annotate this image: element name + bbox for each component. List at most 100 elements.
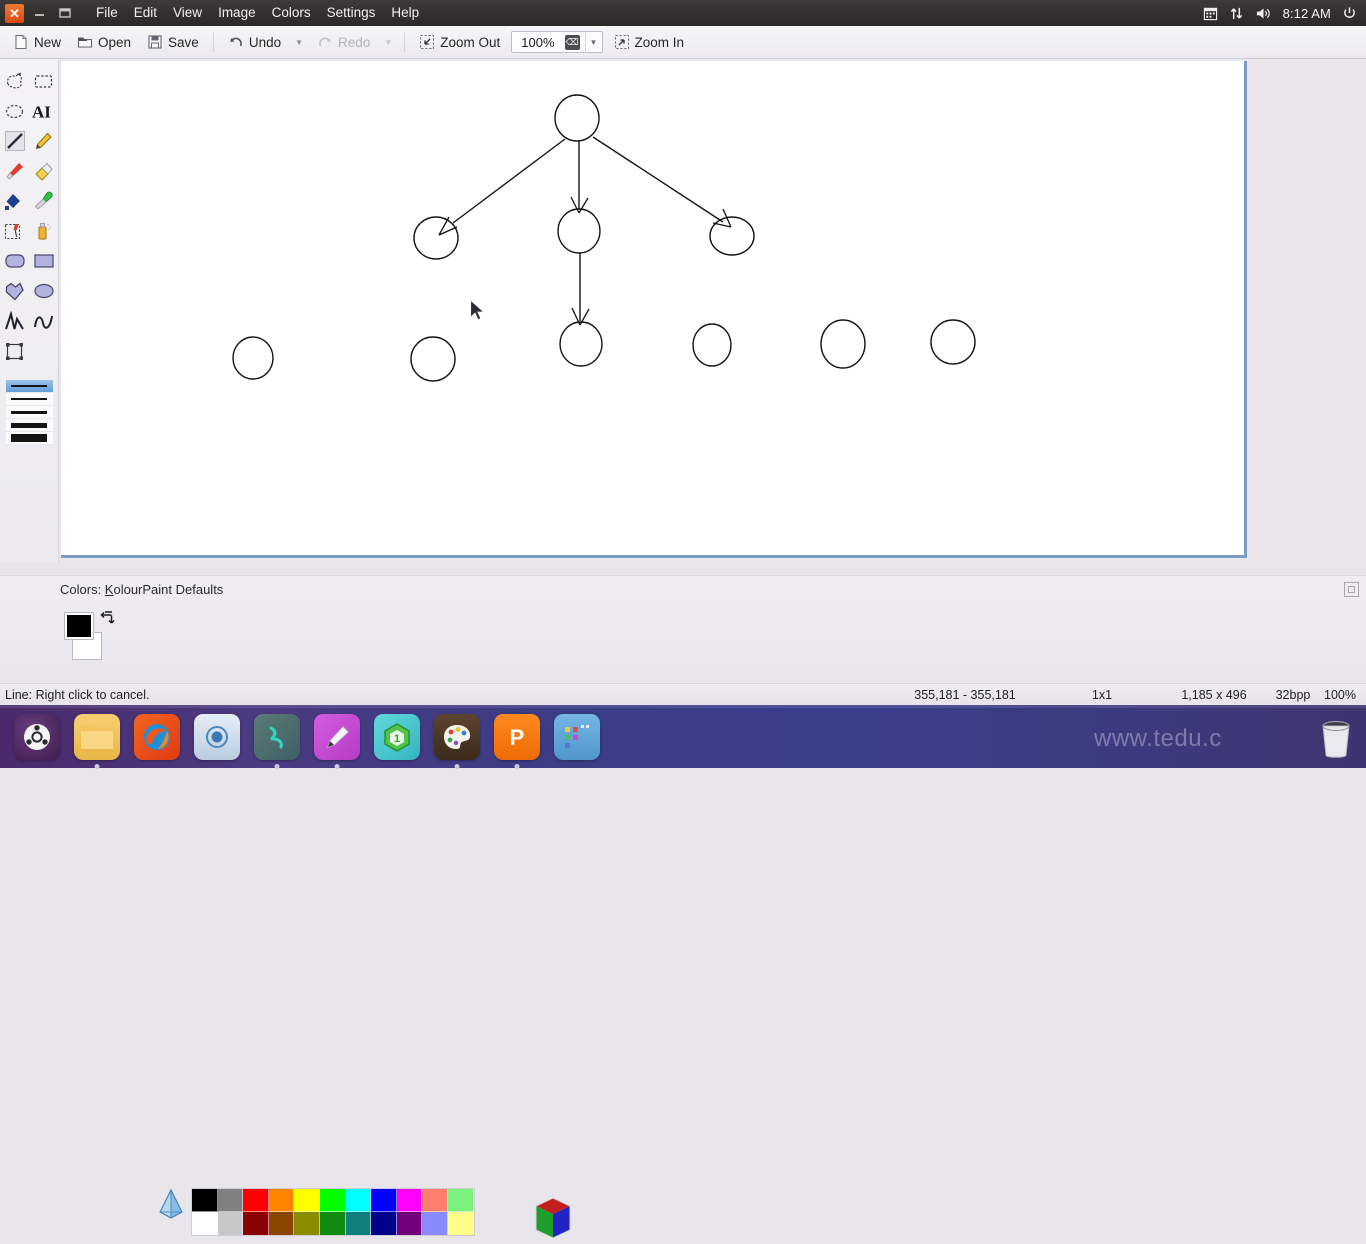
- menu-file[interactable]: File: [88, 3, 126, 23]
- spraycan-tool[interactable]: [29, 216, 58, 246]
- palette-color-2-2[interactable]: [217, 1212, 244, 1235]
- taskbar-editor[interactable]: [314, 713, 360, 769]
- menu-edit[interactable]: Edit: [126, 3, 165, 23]
- color-washer-icon: [5, 223, 20, 239]
- volume-icon[interactable]: [1255, 6, 1272, 21]
- palette-row-1: [192, 1189, 474, 1212]
- line-width-selector: [5, 380, 53, 445]
- open-button[interactable]: Open: [70, 31, 138, 53]
- palette-color-1-4[interactable]: [268, 1189, 295, 1212]
- menu-help[interactable]: Help: [383, 3, 427, 23]
- rounded-rectangle-tool[interactable]: [0, 246, 29, 276]
- menu-settings[interactable]: Settings: [319, 3, 384, 23]
- ellipse-tool[interactable]: [29, 276, 58, 306]
- power-icon[interactable]: [1342, 6, 1357, 21]
- window-minimize-button[interactable]: [26, 0, 52, 26]
- palette-color-2-8[interactable]: [371, 1212, 397, 1235]
- rounded-rectangle-icon: [4, 254, 25, 268]
- trash-can-icon[interactable]: [1314, 717, 1358, 761]
- rectangle-tool[interactable]: [29, 246, 58, 276]
- menu-view[interactable]: View: [165, 3, 210, 23]
- palette-color-1-8[interactable]: [371, 1189, 397, 1212]
- window-close-button[interactable]: ✕: [0, 0, 26, 26]
- color-palette[interactable]: [191, 1188, 475, 1236]
- line-width-option-3[interactable]: [5, 406, 53, 419]
- free-form-select-tool[interactable]: [0, 66, 29, 96]
- line-width-option-4[interactable]: [5, 419, 53, 432]
- pen-tool[interactable]: [29, 126, 58, 156]
- palette-color-1-11[interactable]: [447, 1189, 474, 1212]
- connected-lines-tool[interactable]: [0, 306, 29, 336]
- eraser-tool[interactable]: [29, 156, 58, 186]
- zoom-out-button[interactable]: Zoom Out: [412, 31, 507, 53]
- dock-float-button[interactable]: [1344, 582, 1359, 597]
- foreground-color-swatch[interactable]: [64, 612, 94, 640]
- taskbar-impress[interactable]: P: [494, 713, 540, 769]
- palette-color-2-7[interactable]: [345, 1212, 372, 1235]
- zoom-clear-button[interactable]: ⌫: [564, 34, 580, 50]
- palette-color-1-3[interactable]: [243, 1189, 269, 1212]
- curve-tool[interactable]: [29, 306, 58, 336]
- palette-color-1-7[interactable]: [345, 1189, 372, 1212]
- save-button[interactable]: Save: [140, 31, 206, 53]
- palette-color-2-11[interactable]: [447, 1212, 474, 1235]
- redo-arrow-icon: [319, 37, 331, 47]
- rectangle-select-tool[interactable]: [29, 66, 58, 96]
- transparency-crystal-icon[interactable]: [157, 1188, 185, 1222]
- menu-colors[interactable]: Colors: [264, 3, 319, 23]
- taskbar-gimp[interactable]: [434, 713, 480, 769]
- undo-button[interactable]: Undo: [221, 31, 288, 53]
- zoom-dropdown-arrow[interactable]: ▼: [584, 31, 602, 53]
- network-icon[interactable]: [1229, 6, 1244, 21]
- palette-color-1-9[interactable]: [396, 1189, 423, 1212]
- color-picker-tool[interactable]: [29, 186, 58, 216]
- text-tool[interactable]: AI: [29, 96, 58, 126]
- taskbar-ubuntu-dash[interactable]: [14, 713, 60, 760]
- paint-canvas[interactable]: [61, 61, 1247, 558]
- save-button-label: Save: [168, 34, 199, 50]
- line-tool[interactable]: [0, 126, 29, 156]
- line-width-option-5[interactable]: [5, 432, 53, 445]
- brush-tool[interactable]: [0, 156, 29, 186]
- taskbar-unity[interactable]: 1: [374, 713, 420, 760]
- line-width-option-1[interactable]: [5, 380, 53, 393]
- svg-text:P: P: [510, 725, 525, 750]
- video-watermark: www.tedu.c: [1094, 725, 1222, 752]
- taskbar-terminal[interactable]: [254, 713, 300, 769]
- tray-clock[interactable]: 8:12 AM: [1283, 6, 1331, 21]
- taskbar-files[interactable]: [74, 713, 120, 769]
- palette-color-2-5[interactable]: [294, 1212, 320, 1235]
- undo-dropdown-arrow[interactable]: ▼: [290, 38, 308, 47]
- flood-fill-tool[interactable]: [0, 186, 29, 216]
- line-width-option-2[interactable]: [5, 393, 53, 406]
- canvas-scroll-area[interactable]: [59, 59, 1366, 562]
- ellipse-select-tool[interactable]: [0, 96, 29, 126]
- palette-color-1-6[interactable]: [319, 1189, 346, 1212]
- palette-color-1-2[interactable]: [217, 1189, 244, 1212]
- taskbar-firefox[interactable]: [134, 713, 180, 760]
- window-maximize-button[interactable]: [52, 0, 78, 26]
- menu-image[interactable]: Image: [210, 3, 264, 23]
- palette-color-2-4[interactable]: [268, 1212, 295, 1235]
- palette-color-2-1[interactable]: [192, 1212, 218, 1235]
- taskbar-window-tiles[interactable]: [554, 713, 600, 760]
- color-washer-tool[interactable]: [0, 216, 29, 246]
- color-picker-cube-icon[interactable]: [530, 1192, 576, 1244]
- palette-color-2-3[interactable]: [243, 1212, 269, 1235]
- palette-color-1-1[interactable]: [192, 1189, 218, 1212]
- palette-color-2-9[interactable]: [396, 1212, 423, 1235]
- pencil-icon: [35, 132, 52, 149]
- canvas-drawing: [232, 94, 976, 382]
- new-button[interactable]: New: [6, 31, 68, 53]
- swap-colors-button[interactable]: [100, 610, 116, 628]
- palette-color-2-6[interactable]: [319, 1212, 346, 1235]
- palette-color-2-10[interactable]: [422, 1212, 448, 1235]
- palette-color-1-5[interactable]: [294, 1189, 320, 1212]
- taskbar-software[interactable]: [194, 713, 240, 760]
- palette-color-1-10[interactable]: [422, 1189, 448, 1212]
- resize-tool[interactable]: [0, 336, 29, 366]
- zoom-in-button[interactable]: Zoom In: [607, 31, 692, 53]
- polygon-tool[interactable]: [0, 276, 29, 306]
- zoom-level-combobox[interactable]: 100% ⌫ ▼: [511, 31, 603, 53]
- calendar-icon[interactable]: [1203, 6, 1218, 21]
